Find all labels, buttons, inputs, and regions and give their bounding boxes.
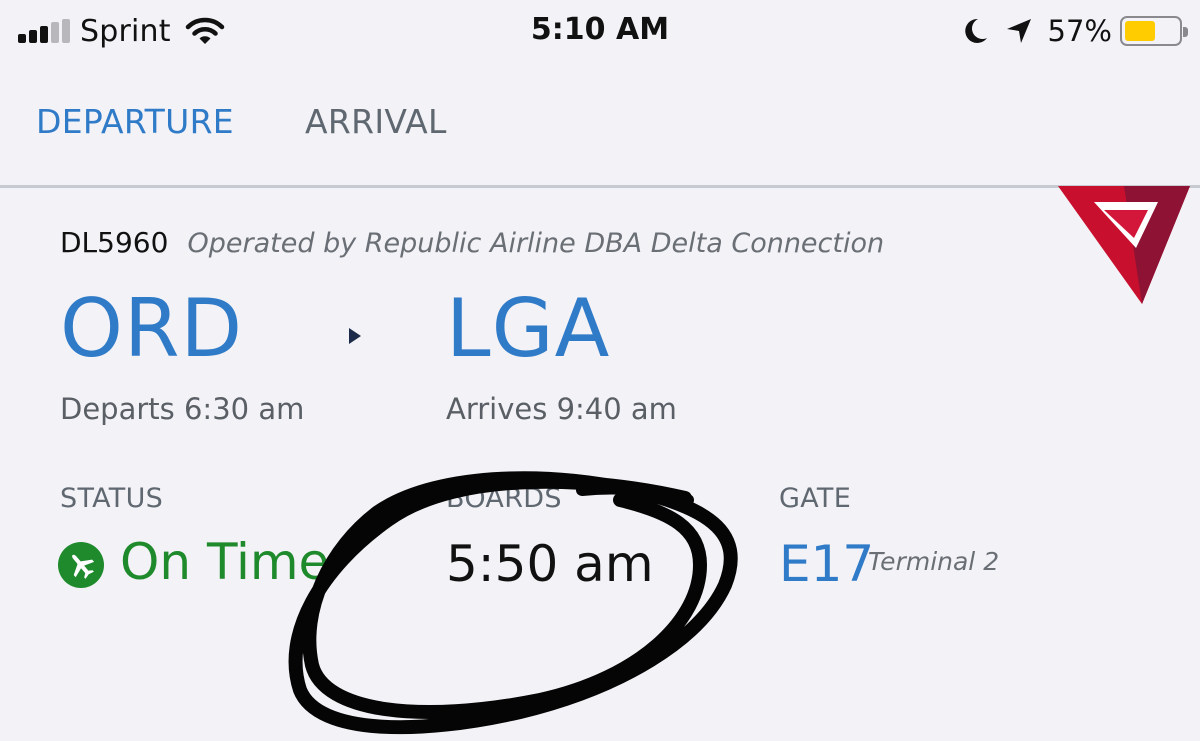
delta-logo-icon [1058, 186, 1190, 304]
boards-label: BOARDS [446, 483, 562, 514]
destination-airport: LGA [446, 282, 611, 375]
terminal-text: Terminal 2 [868, 547, 1000, 576]
departure-time: Departs 6:30 am [60, 392, 305, 426]
battery-nub [1183, 27, 1188, 37]
status-label: STATUS [60, 483, 164, 514]
battery-level-fill [1125, 21, 1155, 41]
arrival-time: Arrives 9:40 am [446, 392, 677, 426]
gate-number[interactable]: E17 [779, 535, 874, 593]
location-arrow-icon [1006, 19, 1031, 43]
tabs-divider [0, 185, 1200, 188]
flight-status-screen: Sprint 5:10 AM 57% DEPARTURE ARRIVAL DL5… [0, 0, 1200, 741]
battery-percent: 57% [1047, 14, 1112, 48]
direction-tabs: DEPARTURE ARRIVAL [0, 62, 1200, 186]
route-arrow-icon [349, 328, 361, 344]
origin-airport: ORD [60, 282, 244, 375]
flight-header: DL5960 Operated by Republic Airline DBA … [60, 226, 884, 259]
flight-number: DL5960 [60, 226, 169, 259]
battery-icon [1120, 16, 1188, 46]
status-bar: Sprint 5:10 AM 57% [0, 0, 1200, 62]
tab-departure[interactable]: DEPARTURE [36, 102, 234, 141]
gate-label: GATE [779, 483, 852, 514]
tab-arrival[interactable]: ARRIVAL [305, 102, 447, 141]
operator-text: Operated by Republic Airline DBA Delta C… [187, 228, 885, 259]
boarding-time: 5:50 am [446, 535, 654, 593]
moon-icon [964, 18, 987, 43]
status-value: On Time [120, 533, 330, 591]
airplane-status-icon [58, 542, 104, 588]
status-bar-right: 57% [960, 10, 1188, 52]
